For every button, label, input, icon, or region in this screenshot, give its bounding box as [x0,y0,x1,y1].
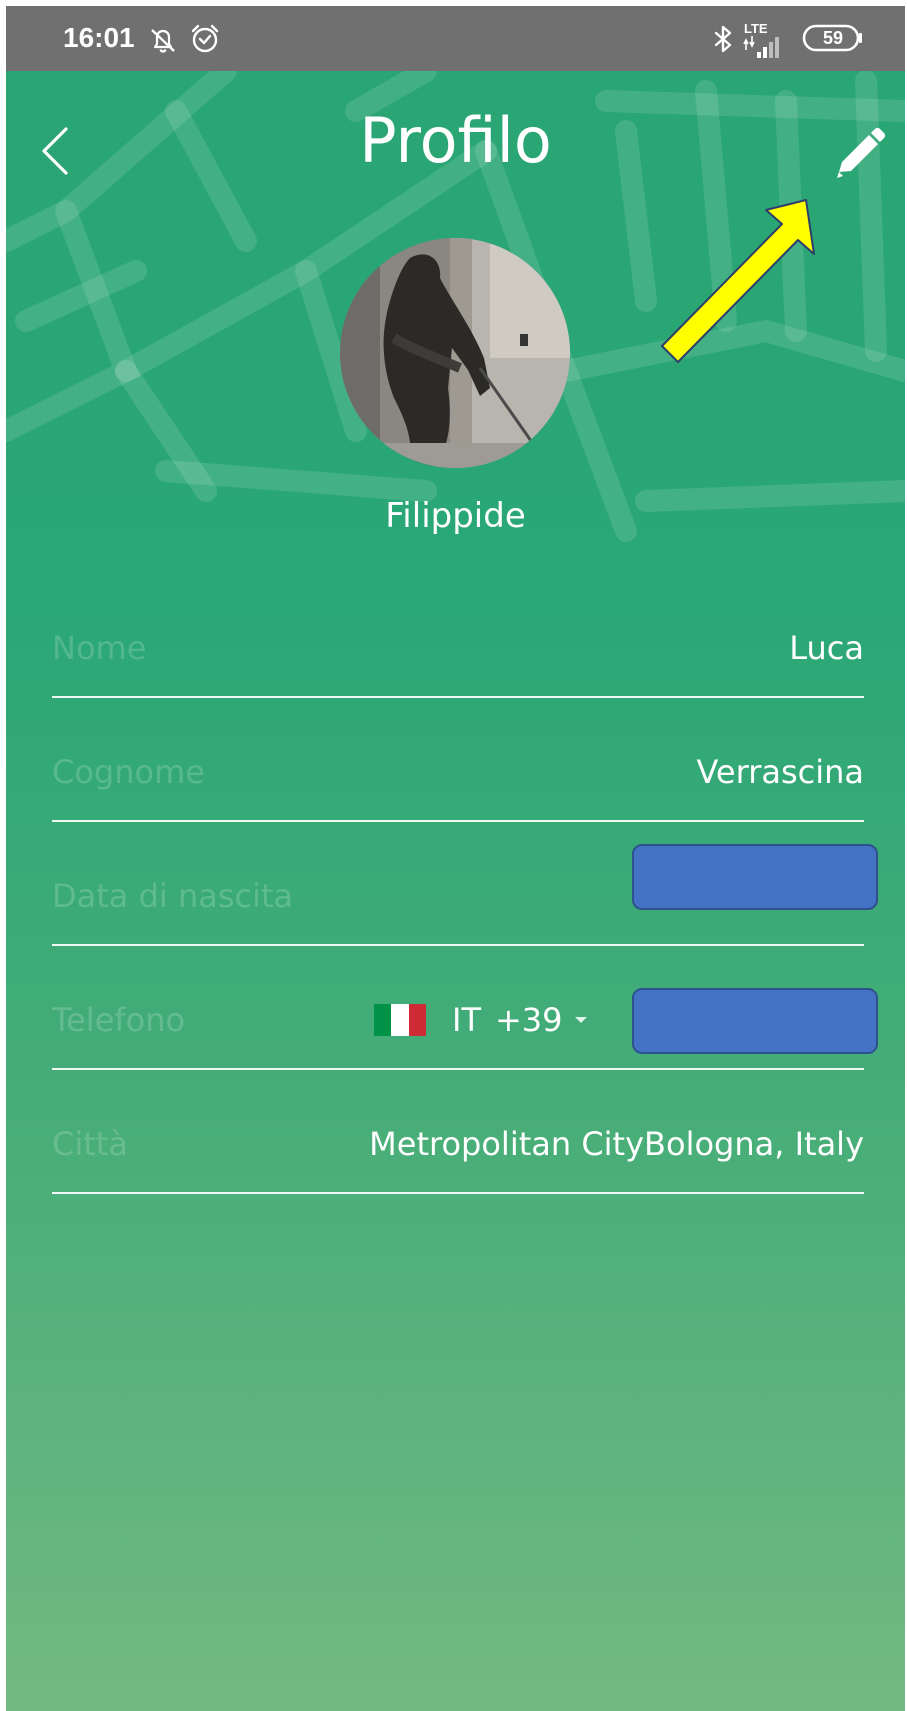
field-label: Data di nascita [52,877,294,915]
network-type: LTE [744,21,768,36]
field-label: Telefono [52,1001,186,1039]
app-screen: 16:01 LTE 59 Profilo Filippide Nome Luca… [6,6,905,1711]
field-value: Luca [789,629,864,667]
field-nome[interactable]: Nome Luca [52,628,864,752]
signal-icon [743,36,779,58]
field-value: Metropolitan CityBologna, Italy [369,1125,864,1163]
field-label: Cognome [52,753,205,791]
field-underline [52,944,864,946]
profile-photo [340,238,570,468]
dial-code: +39 [494,1001,563,1039]
edit-button[interactable] [831,126,887,182]
field-value: Verrascina [696,753,865,791]
country-code-selector[interactable]: IT +39 [374,1000,587,1040]
field-underline [52,1192,864,1194]
field-underline [52,1068,864,1070]
username: Filippide [385,496,526,536]
redaction-box-phone [632,988,878,1054]
field-underline [52,820,864,822]
status-bar: 16:01 LTE 59 [6,6,905,71]
field-citta[interactable]: Città Metropolitan CityBologna, Italy [52,1124,864,1248]
country-code: IT [452,1001,481,1039]
status-time: 16:01 [63,22,135,53]
battery-level: 59 [822,28,844,48]
avatar[interactable] [340,238,570,468]
bell-off-icon [151,29,175,53]
caret-down-icon [574,1017,587,1023]
annotation-arrow [661,199,815,363]
italy-flag-icon [374,1004,426,1036]
field-label: Città [52,1125,128,1163]
page-title: Profilo [359,104,552,177]
battery-icon: 59 [802,24,864,52]
pencil-icon [837,127,886,178]
alarm-icon [191,24,219,53]
bluetooth-icon [714,25,732,53]
redaction-box-birthdate [632,844,878,910]
field-underline [52,696,864,698]
field-label: Nome [52,629,147,667]
